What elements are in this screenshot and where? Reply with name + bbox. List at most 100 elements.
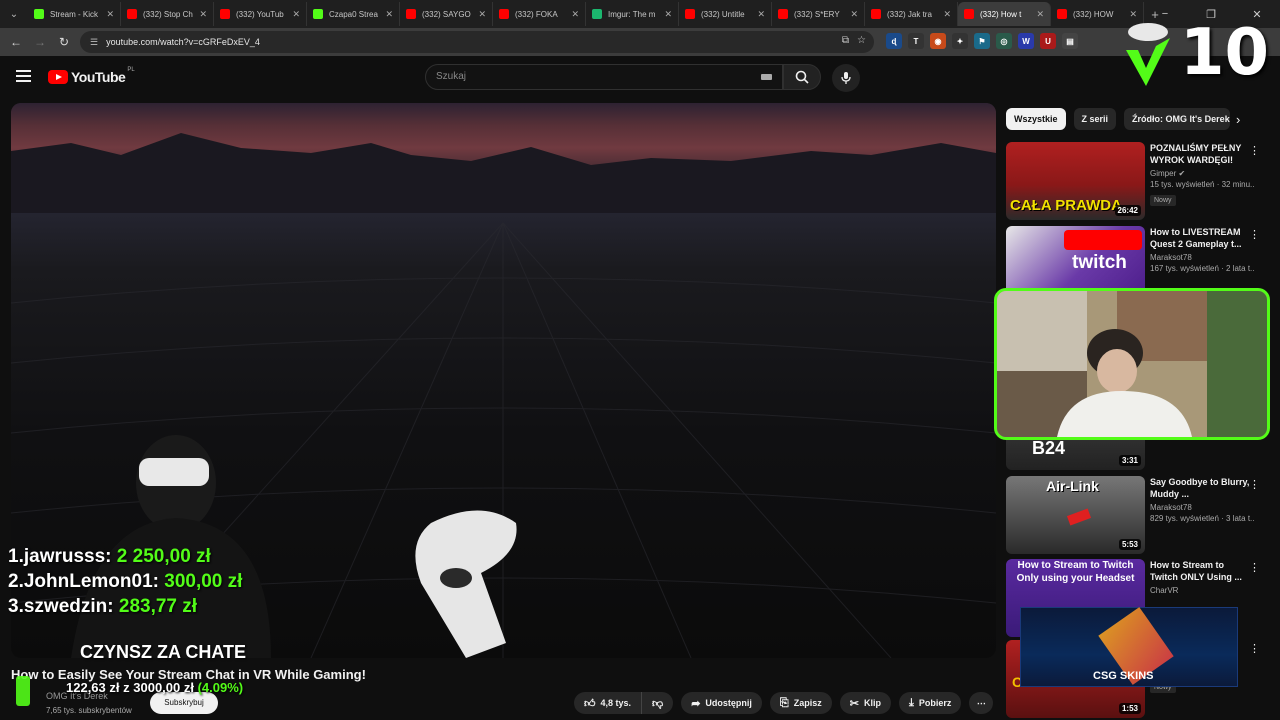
list-item[interactable]: CAŁA PRAWDA 26:42 POZNALIŚMY PEŁNY WYROK… [1006, 142, 1266, 220]
tab-title: (332) Stop Ch [143, 9, 193, 19]
extension-icon[interactable]: W [1018, 33, 1034, 49]
search-input[interactable]: Szukaj [425, 64, 783, 90]
forward-button[interactable]: → [28, 35, 52, 49]
subscribe-button[interactable]: Subskrybuj [150, 692, 218, 714]
tab-close-icon[interactable]: ✕ [664, 9, 672, 20]
browser-tab[interactable]: Czapa0 Strea ✕ [307, 2, 400, 26]
keyboard-icon[interactable] [761, 74, 772, 80]
save-button[interactable]: ⎘ Zapisz [769, 692, 832, 714]
address-bar[interactable]: ☰ youtube.com/watch?v=cGRFeDxEV_4 ⧉ ☆ [80, 31, 874, 53]
browser-tab[interactable]: (332) Jak tra ✕ [865, 2, 958, 26]
tab-title: Czapa0 Strea [329, 9, 378, 19]
country-code: PL [127, 67, 135, 73]
clip-button[interactable]: ✂ Klip [839, 692, 891, 714]
bookmark-star-icon[interactable]: ☆ [857, 35, 866, 46]
video-title[interactable]: How to LIVESTREAM Quest 2 Gameplay t... [1150, 226, 1254, 250]
tab-close-icon[interactable]: ✕ [106, 9, 114, 20]
back-button[interactable]: ← [4, 35, 28, 49]
extension-icon[interactable]: ✦ [952, 33, 968, 49]
tab-close-icon[interactable]: ✕ [199, 9, 207, 20]
browser-tab[interactable]: (332) Untitle ✕ [679, 2, 772, 26]
chip-series[interactable]: Z serii [1073, 108, 1117, 130]
video-title[interactable]: How to Stream to Twitch ONLY Using ... [1150, 559, 1254, 583]
tab-search-button[interactable]: ⌄ [0, 0, 28, 28]
list-item[interactable]: Air-Link 5:53 Say Goodbye to Blurry, Mud… [1006, 476, 1266, 554]
extension-icon[interactable]: ▤ [1062, 33, 1078, 49]
video-thumbnail[interactable]: Air-Link 5:53 [1006, 476, 1145, 554]
view-count: 15 tys. wyświetleń · 32 minu... [1150, 180, 1254, 189]
tab-favicon [592, 9, 602, 19]
reload-button[interactable]: ↻ [52, 35, 76, 49]
more-vert-icon[interactable]: ⋮ [1249, 561, 1260, 574]
chip-source[interactable]: Źródło: OMG It's Derek [1124, 108, 1231, 130]
more-actions-button[interactable]: ⋯ [969, 692, 994, 714]
tab-close-icon[interactable]: ✕ [385, 9, 393, 20]
like-button[interactable]: 👍︎ 4,8 tys. [574, 692, 643, 714]
tab-favicon [1057, 9, 1067, 19]
tab-close-icon[interactable]: ✕ [1036, 9, 1044, 20]
browser-tab[interactable]: (332) S*ERY ✕ [772, 2, 865, 26]
more-vert-icon[interactable]: ⋮ [1249, 478, 1260, 491]
tab-title: (332) S*ERY [794, 9, 840, 19]
tab-favicon [34, 9, 44, 19]
video-thumbnail[interactable]: CAŁA PRAWDA 26:42 [1006, 142, 1145, 220]
extension-icon[interactable]: U [1040, 33, 1056, 49]
tab-close-icon[interactable]: ✕ [292, 9, 300, 20]
dislike-button[interactable]: 👎︎ [642, 692, 674, 714]
tab-favicon [220, 9, 230, 19]
verified-icon: ✔ [1178, 169, 1186, 178]
browser-tab[interactable]: Imgur: The m ✕ [586, 2, 679, 26]
stream-counter-overlay: 10 [1116, 16, 1276, 96]
counter-number: 10 [1180, 16, 1270, 90]
search-button[interactable] [783, 64, 821, 90]
chevron-right-icon[interactable]: › [1236, 112, 1240, 127]
tab-favicon [499, 9, 509, 19]
streamer-webcam-overlay [994, 288, 1270, 440]
site-info-icon[interactable]: ☰ [90, 37, 98, 48]
channel-name[interactable]: Maraksot78 [1150, 503, 1254, 512]
browser-tab[interactable]: (332) Stop Ch ✕ [121, 2, 214, 26]
extension-icon[interactable]: T [908, 33, 924, 49]
donor-row: 1.jawrusss: 2 250,00 zł [8, 546, 211, 567]
tab-title: (332) SAYGO [422, 9, 471, 19]
video-title[interactable]: Say Goodbye to Blurry, Muddy ... [1150, 476, 1254, 500]
extension-icon[interactable]: ◉ [930, 33, 946, 49]
csgo-skins-banner: CSG SKINS [1020, 607, 1238, 687]
tab-close-icon[interactable]: ✕ [850, 9, 858, 20]
extension-icon[interactable]: ◎ [996, 33, 1012, 49]
download-button[interactable]: ⤓ Pobierz [898, 692, 962, 714]
tab-title: (332) How t [980, 9, 1022, 19]
channel-name[interactable]: Maraksot78 [1150, 253, 1254, 262]
browser-tab[interactable]: (332) SAYGO ✕ [400, 2, 493, 26]
tab-close-icon[interactable]: ✕ [571, 9, 579, 20]
tab-close-icon[interactable]: ✕ [478, 9, 486, 20]
browser-tab[interactable]: (332) How t ✕ [958, 2, 1051, 26]
microphone-icon [841, 72, 851, 84]
video-actions: 👍︎ 4,8 tys. 👎︎ ➦ Udostępnij ⎘ Zapisz ✂ Klip … [574, 692, 994, 714]
donor-row: 2.JohnLemon01: 300,00 zł [8, 571, 243, 592]
browser-tab[interactable]: (332) FOKA ✕ [493, 2, 586, 26]
install-app-icon[interactable]: ⧉ [842, 35, 849, 46]
channel-name[interactable]: Gimper ✔ [1150, 169, 1254, 178]
youtube-logo[interactable]: YouTube PL [48, 67, 135, 85]
video-title[interactable]: POZNALIŚMY PEŁNY WYROK WARDĘGI! [1150, 142, 1254, 166]
browser-tab[interactable]: (332) YouTub ✕ [214, 2, 307, 26]
extension-icon[interactable]: ⚑ [974, 33, 990, 49]
extension-icon[interactable]: ɖ [886, 33, 902, 49]
more-vert-icon[interactable]: ⋮ [1249, 642, 1260, 655]
tab-title: (332) FOKA [515, 9, 558, 19]
webcam-scene [997, 291, 1267, 437]
channel-name[interactable]: CharVR [1150, 586, 1254, 595]
more-vert-icon[interactable]: ⋮ [1249, 144, 1260, 157]
voice-search-button[interactable] [832, 64, 860, 92]
menu-icon[interactable] [16, 70, 31, 82]
search-icon [795, 70, 809, 84]
chip-all[interactable]: Wszystkie [1006, 108, 1066, 130]
share-button[interactable]: ➦ Udostępnij [681, 692, 762, 714]
tab-close-icon[interactable]: ✕ [757, 9, 765, 20]
browser-tab[interactable]: Stream - Kick ✕ [28, 2, 121, 26]
tab-close-icon[interactable]: ✕ [943, 9, 951, 20]
channel-avatar[interactable] [16, 676, 30, 706]
thumbs-down-icon: 👎︎ [652, 697, 664, 710]
more-vert-icon[interactable]: ⋮ [1249, 228, 1260, 241]
